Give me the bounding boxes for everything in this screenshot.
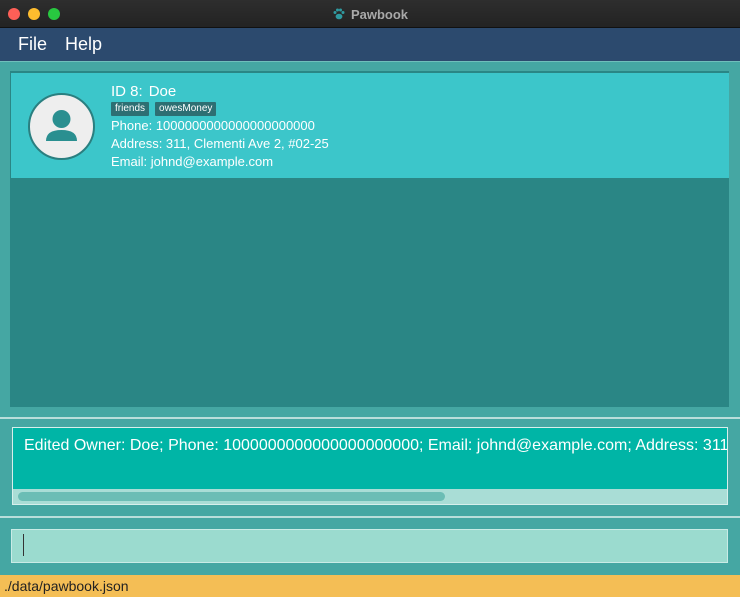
app-window: Pawbook File Help ID 8: Doe friends owes… (0, 0, 740, 597)
menu-bar: File Help (0, 28, 740, 61)
tag-badge: owesMoney (155, 102, 217, 116)
command-panel (0, 518, 740, 575)
menu-file[interactable]: File (18, 34, 47, 55)
person-name: Doe (148, 83, 177, 100)
command-input[interactable] (11, 529, 728, 563)
result-message: Edited Owner: Doe; Phone: 10000000000000… (24, 437, 728, 454)
tag-badge: friends (111, 102, 150, 116)
user-icon (46, 110, 77, 141)
person-email: Email: johnd@example.com (111, 154, 274, 169)
text-caret (23, 534, 24, 556)
person-phone: Phone: 1000000000000000000000 (111, 118, 315, 133)
person-list[interactable]: ID 8: Doe friends owesMoney Phone: 10000… (10, 71, 729, 407)
tag-list: friends owesMoney (111, 102, 329, 116)
person-details: ID 8: Doe friends owesMoney Phone: 10000… (111, 82, 329, 171)
person-address: Address: 311, Clementi Ave 2, #02-25 (111, 136, 329, 151)
person-title: ID 8: Doe (111, 82, 329, 101)
paw-icon (333, 8, 345, 20)
avatar (28, 93, 95, 160)
horizontal-scrollbar[interactable] (13, 489, 727, 504)
window-title-group: Pawbook (0, 0, 740, 28)
menu-help[interactable]: Help (65, 34, 102, 55)
title-bar: Pawbook (0, 0, 740, 28)
person-list-panel: ID 8: Doe friends owesMoney Phone: 10000… (0, 61, 740, 417)
scrollbar-thumb[interactable] (18, 492, 445, 501)
save-location: ./data/pawbook.json (4, 578, 129, 594)
person-id: ID 8: (111, 83, 143, 100)
window-title: Pawbook (350, 6, 409, 22)
result-panel: Edited Owner: Doe; Phone: 10000000000000… (0, 419, 740, 516)
result-display[interactable]: Edited Owner: Doe; Phone: 10000000000000… (12, 427, 728, 505)
status-bar: ./data/pawbook.json (0, 575, 740, 597)
person-card[interactable]: ID 8: Doe friends owesMoney Phone: 10000… (11, 73, 729, 178)
